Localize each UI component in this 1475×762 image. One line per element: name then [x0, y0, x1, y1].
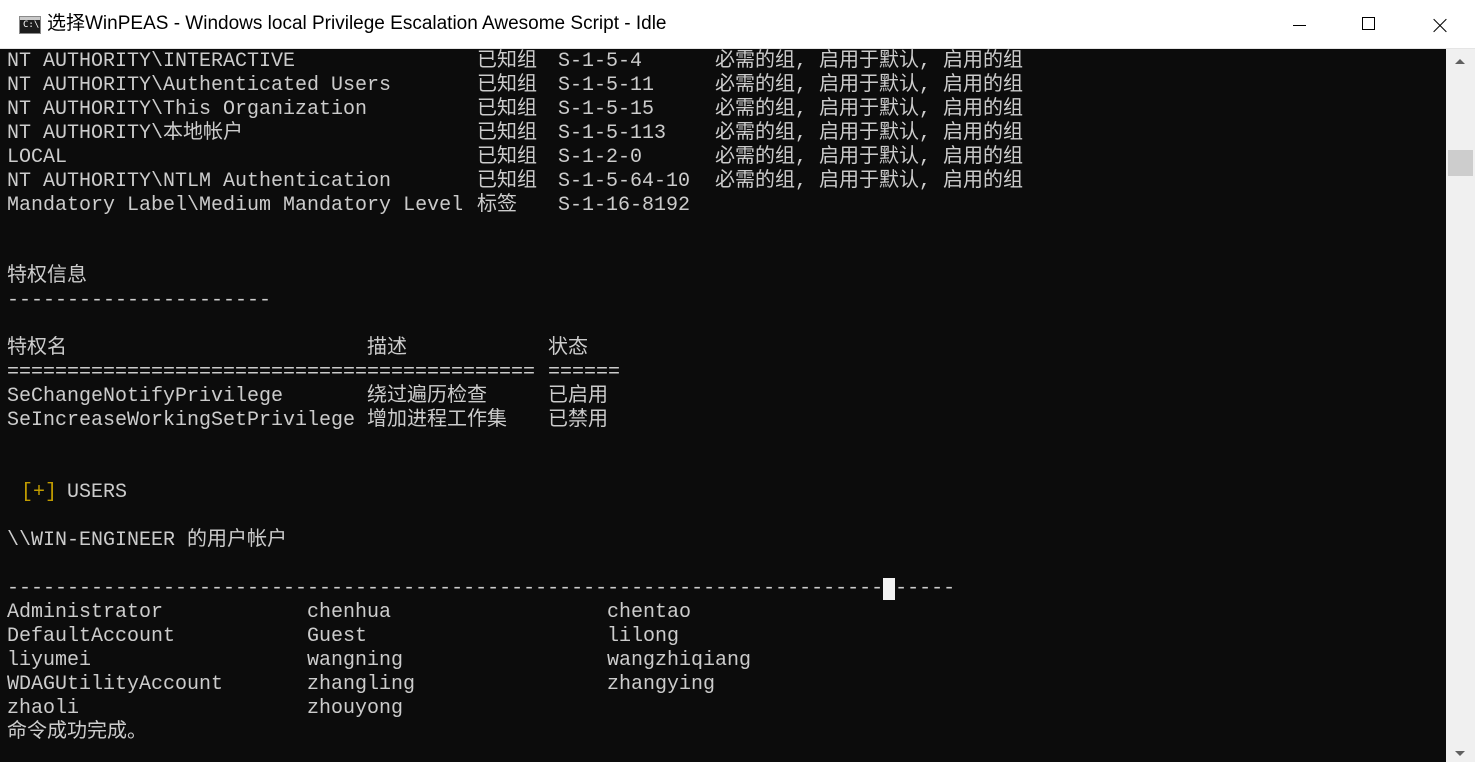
maximize-button[interactable] — [1334, 0, 1404, 48]
group-row: NT AUTHORITY\Authenticated Users 已知组 S-1… — [7, 74, 1023, 98]
group-row: Mandatory Label\Medium Mandatory Level 标… — [7, 194, 690, 218]
group-name: LOCAL — [7, 146, 68, 169]
account-row: WDAGUtilityAccount zhangling zhangying — [7, 673, 715, 697]
group-name: Mandatory Label\Medium Mandatory Level — [7, 194, 464, 217]
privilege-description-header: 描述 — [367, 337, 407, 360]
close-button[interactable] — [1404, 0, 1474, 48]
group-sid: S-1-2-0 — [558, 146, 643, 169]
group-name: NT AUTHORITY\INTERACTIVE — [7, 50, 296, 73]
account-name: chenhua — [307, 601, 392, 624]
account-row: DefaultAccount Guest lilong — [7, 625, 679, 649]
section-marker: [+] — [21, 481, 58, 504]
privilege-state: 已启用 — [548, 385, 608, 408]
group-name: NT AUTHORITY\本地帐户 — [7, 122, 244, 145]
console-window: C:\ 选择WinPEAS - Windows local Privilege … — [0, 0, 1475, 762]
account-row: zhaoli zhouyong — [7, 697, 403, 721]
privilege-name: SeIncreaseWorkingSetPrivilege — [7, 409, 356, 432]
privilege-row: SeChangeNotifyPrivilege 绕过遍历检查 已启用 — [7, 385, 608, 409]
account-name: zhouyong — [307, 697, 404, 720]
privilege-name-header: 特权名 — [7, 337, 67, 360]
privilege-description: 绕过遍历检查 — [367, 385, 487, 408]
cmd-icon-glyph: C:\ — [23, 20, 40, 30]
account-name: DefaultAccount — [7, 625, 176, 648]
privileges-separator-row: ============================== =========… — [7, 361, 620, 385]
account-name: zhaoli — [7, 697, 80, 720]
scroll-thumb[interactable] — [1448, 150, 1473, 176]
group-attributes: 必需的组, 启用于默认, 启用的组 — [715, 98, 1024, 121]
group-sid: S-1-5-11 — [558, 74, 655, 97]
group-type: 已知组 — [477, 74, 537, 97]
group-type: 已知组 — [477, 98, 537, 121]
privileges-header-row: 特权名 描述 状态 — [7, 337, 588, 361]
group-row: NT AUTHORITY\NTLM Authentication 已知组 S-1… — [7, 170, 1023, 194]
group-name: NT AUTHORITY\Authenticated Users — [7, 74, 392, 97]
account-name: Guest — [307, 625, 368, 648]
account-name: wangning — [307, 649, 404, 672]
group-row: NT AUTHORITY\This Organization 已知组 S-1-5… — [7, 98, 1023, 122]
group-row: NT AUTHORITY\INTERACTIVE 已知组 S-1-5-4 必需的… — [7, 50, 1023, 74]
group-name: NT AUTHORITY\This Organization — [7, 98, 368, 121]
window-title: 选择WinPEAS - Windows local Privilege Esca… — [47, 13, 667, 34]
account-name: WDAGUtilityAccount — [7, 673, 224, 696]
account-name: chentao — [607, 601, 692, 624]
privileges-title-rule: ---------------------- — [7, 289, 272, 312]
group-type: 已知组 — [477, 122, 537, 145]
account-name: lilong — [607, 625, 680, 648]
completion-message: 命令成功完成。 — [7, 721, 147, 744]
group-name: NT AUTHORITY\NTLM Authentication — [7, 170, 392, 193]
account-name: Administrator — [7, 601, 164, 624]
console-output[interactable]: NT AUTHORITY\INTERACTIVE 已知组 S-1-5-4 必需的… — [0, 49, 1446, 762]
group-attributes: 必需的组, 启用于默认, 启用的组 — [715, 50, 1024, 73]
group-sid: S-1-5-4 — [558, 50, 643, 73]
users-section-title: USERS — [67, 481, 128, 504]
account-name: wangzhiqiang — [607, 649, 752, 672]
text-cursor — [883, 578, 895, 600]
group-type: 已知组 — [477, 146, 537, 169]
account-name: zhangying — [607, 673, 716, 696]
group-sid: S-1-5-64-10 — [558, 170, 691, 193]
title-bar[interactable]: C:\ 选择WinPEAS - Windows local Privilege … — [0, 0, 1475, 49]
privilege-name-separator: ============================== — [7, 361, 368, 384]
vertical-scrollbar[interactable] — [1446, 49, 1475, 762]
privilege-state-separator: ====== — [548, 361, 621, 384]
account-name: zhangling — [307, 673, 416, 696]
privilege-description-separator: ============== — [367, 361, 536, 384]
group-type: 已知组 — [477, 50, 537, 73]
cmd-console-icon[interactable]: C:\ — [19, 16, 41, 34]
privilege-description: 增加进程工作集 — [367, 409, 507, 432]
privilege-state: 已禁用 — [548, 409, 608, 432]
group-sid: S-1-16-8192 — [558, 194, 691, 217]
account-name: liyumei — [7, 649, 92, 672]
group-attributes: 必需的组, 启用于默认, 启用的组 — [715, 74, 1024, 97]
group-sid: S-1-5-15 — [558, 98, 655, 121]
group-sid: S-1-5-113 — [558, 122, 667, 145]
account-row: Administrator chenhua chentao — [7, 601, 691, 625]
scroll-up-arrow-icon[interactable] — [1455, 59, 1465, 64]
minimize-button[interactable] — [1264, 0, 1334, 48]
group-type: 已知组 — [477, 170, 537, 193]
group-type: 标签 — [477, 194, 517, 217]
account-row: liyumei wangning wangzhiqiang — [7, 649, 751, 673]
privileges-title: 特权信息 — [7, 265, 87, 288]
accounts-rule: ----------------------------------------… — [7, 577, 956, 600]
group-attributes: 必需的组, 启用于默认, 启用的组 — [715, 122, 1024, 145]
privilege-row: SeIncreaseWorkingSetPrivilege 增加进程工作集 已禁… — [7, 409, 608, 433]
privilege-state-header: 状态 — [548, 337, 588, 360]
scroll-down-arrow-icon[interactable] — [1455, 751, 1465, 756]
accounts-heading: \\WIN-ENGINEER 的用户帐户 — [7, 529, 288, 552]
group-attributes: 必需的组, 启用于默认, 启用的组 — [715, 146, 1024, 169]
users-section-header: [+] USERS — [7, 481, 127, 505]
group-row: NT AUTHORITY\本地帐户 已知组 S-1-5-113 必需的组, 启用… — [7, 122, 1023, 146]
group-row: LOCAL 已知组 S-1-2-0 必需的组, 启用于默认, 启用的组 — [7, 146, 1023, 170]
group-attributes: 必需的组, 启用于默认, 启用的组 — [715, 170, 1024, 193]
privilege-name: SeChangeNotifyPrivilege — [7, 385, 284, 408]
